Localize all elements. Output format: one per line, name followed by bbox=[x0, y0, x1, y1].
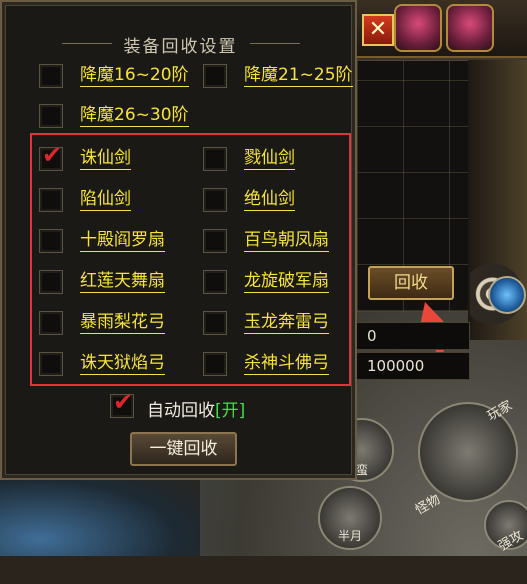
item-label: 杀神斗佛弓 bbox=[244, 353, 329, 375]
skill-label: 蛮 bbox=[355, 463, 368, 477]
value-row-2: 100000 bbox=[356, 352, 470, 380]
checkbox[interactable] bbox=[203, 270, 227, 294]
checkbox[interactable] bbox=[39, 188, 63, 212]
checkbox[interactable] bbox=[203, 64, 227, 88]
checkbox[interactable]: ✔ bbox=[39, 143, 63, 171]
item-label: 百鸟朝凤扇 bbox=[244, 230, 329, 252]
value-row-1: 0 bbox=[356, 322, 470, 350]
checkbox[interactable]: ✔ bbox=[110, 390, 134, 418]
item-label: 诛天狱焰弓 bbox=[80, 353, 165, 375]
value-1: 0 bbox=[367, 327, 377, 345]
item-label: 诛仙剑 bbox=[80, 148, 131, 170]
recycle-settings-dialog: 装备回收设置 降魔16~20阶 降魔21~25阶 降魔26~30阶 ✔ 诛仙剑 … bbox=[0, 0, 357, 480]
auto-recycle-label: 自动回收[开] bbox=[147, 396, 245, 421]
checkbox[interactable] bbox=[203, 147, 227, 171]
auto-recycle-text: 自动回收 bbox=[147, 401, 215, 421]
item-label: 暴雨梨花弓 bbox=[80, 312, 165, 334]
item-label: 戮仙剑 bbox=[244, 148, 295, 170]
item-label: 降魔16~20阶 bbox=[80, 65, 189, 87]
item-label: 降魔21~25阶 bbox=[244, 65, 353, 87]
skill-button-banyue[interactable]: 半月 bbox=[318, 486, 382, 550]
one-key-recycle-button[interactable]: 一键回收 bbox=[130, 432, 237, 466]
item-label: 绝仙剑 bbox=[244, 189, 295, 211]
checkbox[interactable] bbox=[39, 229, 63, 253]
check-icon: ✔ bbox=[42, 141, 63, 169]
checkbox[interactable] bbox=[39, 64, 63, 88]
item-label: 降魔26~30阶 bbox=[80, 105, 189, 127]
checkbox[interactable] bbox=[39, 311, 63, 335]
item-label: 玉龙奔雷弓 bbox=[244, 312, 329, 334]
auto-recycle-state: [开] bbox=[215, 401, 246, 421]
dialog-title: 装备回收设置 bbox=[123, 37, 238, 57]
item-label: 龙旋破军扇 bbox=[244, 271, 329, 293]
value-2: 100000 bbox=[367, 357, 425, 375]
checkbox[interactable] bbox=[203, 352, 227, 376]
close-button[interactable]: ✕ bbox=[362, 14, 394, 46]
treasure-icon[interactable] bbox=[446, 4, 494, 52]
checkbox[interactable] bbox=[39, 104, 63, 128]
bottom-left-scene bbox=[0, 470, 200, 556]
checkbox[interactable] bbox=[203, 311, 227, 335]
orb-icon[interactable] bbox=[488, 276, 526, 314]
checkbox[interactable] bbox=[39, 352, 63, 376]
recycle-button[interactable]: 回收 bbox=[368, 266, 454, 300]
item-label: 陷仙剑 bbox=[80, 189, 131, 211]
checkbox[interactable] bbox=[203, 188, 227, 212]
item-label: 红莲天舞扇 bbox=[80, 271, 165, 293]
checkbox[interactable] bbox=[203, 229, 227, 253]
skill-label: 半月 bbox=[337, 529, 362, 543]
check-icon: ✔ bbox=[113, 388, 134, 416]
checkbox[interactable] bbox=[39, 270, 63, 294]
item-label: 十殿阎罗扇 bbox=[80, 230, 165, 252]
activity-icon[interactable] bbox=[394, 4, 442, 52]
highlight-box bbox=[30, 133, 351, 386]
